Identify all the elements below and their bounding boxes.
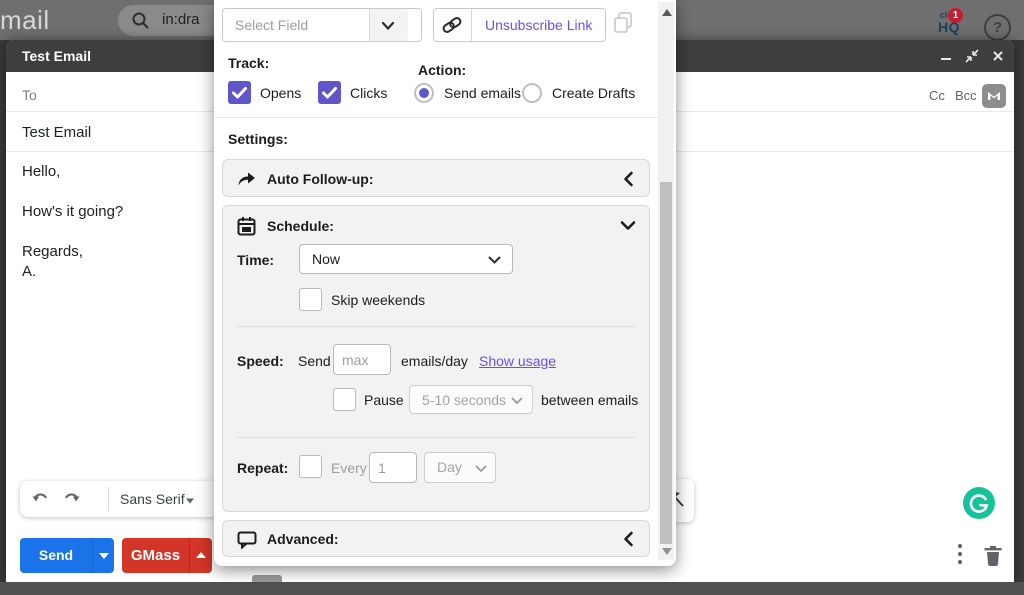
select-field-placeholder: Select Field (235, 17, 309, 33)
scrollbar-up-arrow[interactable] (662, 9, 672, 16)
opens-label: Opens (260, 85, 302, 101)
pause-interval-select[interactable]: 5-10 seconds (409, 385, 533, 414)
pause-checkbox[interactable] (333, 388, 356, 411)
schedule-section: Schedule: Time: Now Skip weekends Speed: (222, 205, 650, 512)
unsubscribe-group[interactable]: Unsubscribe Link (433, 8, 607, 42)
gmail-page: mail in:dra clou HQ 1 ? Test Email To Cc… (0, 0, 1024, 595)
bcc-button[interactable]: Bcc (955, 88, 977, 103)
chevron-left-icon (624, 171, 633, 187)
pause-label: Pause (364, 392, 404, 408)
radio-dot (419, 88, 429, 98)
time-label: Time: (237, 252, 275, 268)
send-emails-label: Send emails (444, 85, 522, 101)
show-usage-link[interactable]: Show usage (479, 353, 556, 369)
body-line[interactable]: A. (22, 263, 36, 280)
auto-followup-section[interactable]: Auto Follow-up: (222, 159, 650, 197)
create-drafts-label: Create Drafts (552, 85, 636, 101)
font-chevron-down-icon[interactable] (184, 497, 196, 505)
minimize-icon[interactable] (938, 48, 954, 64)
chevron-up-icon (196, 552, 206, 558)
toolbar-divider (108, 487, 109, 511)
unlink-icon[interactable] (434, 9, 472, 41)
gmail-logo: mail (0, 5, 50, 35)
send-options-dropdown[interactable] (92, 538, 114, 573)
send-word: Send (298, 353, 331, 369)
send-button[interactable]: Send (20, 538, 114, 573)
track-label: Track: (228, 55, 270, 71)
time-select[interactable]: Now (299, 244, 513, 274)
body-line[interactable]: How's it going? (22, 203, 123, 220)
scrollbar-thumb[interactable] (660, 182, 672, 544)
chevron-down-icon (381, 21, 395, 31)
popup-divider (214, 117, 658, 118)
gmass-settings-popup: Select Field Unsubscribe Link Track: Act… (214, 0, 676, 566)
between-emails-label: between emails (541, 392, 639, 408)
chevron-down-icon[interactable] (620, 220, 636, 231)
forward-arrow-icon (238, 172, 255, 186)
chevron-down-icon (99, 553, 109, 559)
advanced-section[interactable]: Advanced: (222, 520, 650, 557)
undo-icon[interactable] (30, 489, 50, 507)
cloudhq-notification-badge: 1 (948, 8, 963, 23)
exit-fullscreen-icon[interactable] (964, 48, 980, 64)
skip-weekends-label: Skip weekends (331, 292, 426, 308)
chevron-left-icon (624, 531, 633, 547)
more-options-icon[interactable] (958, 544, 962, 568)
select-field-dropdown[interactable]: Select Field (222, 8, 422, 42)
page-bottom-strip (0, 582, 1024, 595)
search-input[interactable]: in:dra (162, 11, 200, 28)
search-icon (132, 12, 149, 29)
trash-icon[interactable] (981, 542, 1005, 568)
to-field[interactable]: To (22, 87, 37, 103)
close-icon[interactable] (990, 48, 1006, 64)
speed-label: Speed: (237, 353, 284, 369)
subject-field[interactable]: Test Email (22, 124, 91, 141)
unsubscribe-link-button[interactable]: Unsubscribe Link (472, 9, 605, 41)
redo-icon[interactable] (62, 489, 82, 507)
gmass-button-label[interactable]: GMass (122, 538, 189, 573)
check-icon (322, 87, 337, 99)
send-emails-radio[interactable] (414, 83, 434, 103)
settings-label: Settings: (228, 131, 288, 147)
create-drafts-radio[interactable] (522, 83, 542, 103)
chat-bubble-icon (237, 531, 257, 549)
gmass-button[interactable]: GMass (122, 538, 212, 573)
clicks-label: Clicks (350, 85, 388, 101)
opens-checkbox[interactable] (228, 81, 251, 104)
body-line[interactable]: Regards, (22, 243, 83, 260)
font-select[interactable]: Sans Serif (120, 491, 185, 507)
send-button-label[interactable]: Send (20, 538, 92, 573)
chevron-down-icon (475, 465, 487, 473)
schedule-divider (237, 437, 635, 438)
repeat-unit-select[interactable]: Day (424, 452, 496, 483)
time-value: Now (312, 251, 341, 267)
select-field-chevron[interactable] (369, 9, 408, 41)
chevron-down-icon (488, 256, 501, 264)
schedule-label: Schedule: (267, 218, 334, 234)
chevron-down-icon (511, 397, 523, 405)
scrollbar-down-arrow[interactable] (662, 548, 672, 555)
clicks-checkbox[interactable] (318, 81, 341, 104)
check-icon (232, 87, 247, 99)
advanced-label: Advanced: (267, 531, 339, 547)
compose-title: Test Email (22, 48, 91, 64)
auto-followup-label: Auto Follow-up: (267, 171, 374, 187)
action-label: Action: (418, 62, 467, 78)
help-icon[interactable]: ? (984, 14, 1011, 41)
emails-per-day-label: emails/day (401, 353, 468, 369)
emails-per-day-input[interactable] (333, 344, 391, 375)
repeat-label: Repeat: (237, 460, 289, 476)
schedule-divider (237, 326, 635, 327)
copy-icon[interactable] (612, 11, 634, 35)
grammarly-icon[interactable] (963, 487, 995, 519)
body-line[interactable]: Hello, (22, 163, 60, 180)
repeat-checkbox[interactable] (299, 455, 322, 478)
repeat-count-input[interactable] (369, 452, 417, 483)
gmass-options-dropdown[interactable] (189, 538, 212, 573)
every-label: Every (331, 460, 367, 476)
cc-button[interactable]: Cc (929, 88, 945, 103)
calendar-icon (237, 217, 256, 236)
skip-weekends-checkbox[interactable] (299, 288, 322, 311)
cloudhq-addon-icon[interactable] (982, 84, 1006, 108)
